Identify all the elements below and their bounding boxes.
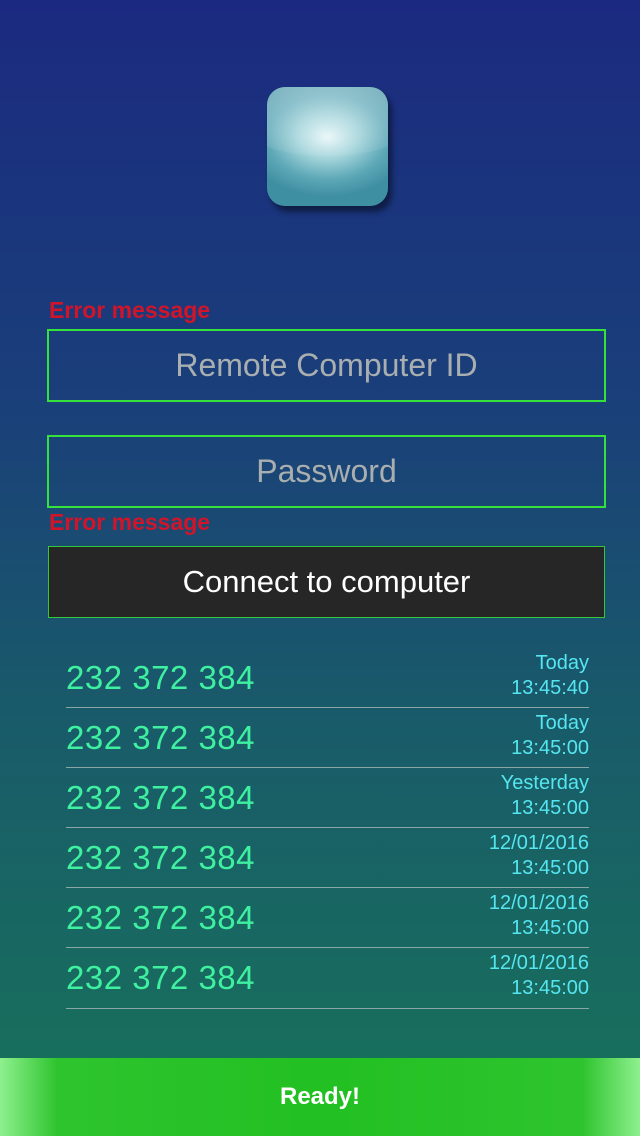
history-computer-id: 232 372 384 (66, 898, 256, 936)
history-date: 12/01/2016 (488, 952, 589, 974)
remote-id-input[interactable] (49, 331, 604, 400)
history-computer-id: 232 372 384 (66, 838, 256, 876)
password-input[interactable] (49, 437, 604, 506)
history-timestamp: Today 13:45:00 (511, 711, 589, 761)
history-row[interactable]: 232 372 384 Today 13:45:40 (66, 648, 589, 708)
history-computer-id: 232 372 384 (66, 718, 256, 756)
history-timestamp: Today 13:45:40 (511, 651, 589, 701)
history-time: 13:45:00 (511, 977, 589, 999)
history-time: 13:45:00 (511, 796, 589, 819)
history-date: Today (535, 711, 589, 734)
history-computer-id: 232 372 384 (66, 959, 256, 996)
history-computer-id: 232 372 384 (66, 778, 256, 816)
connection-history-list: 232 372 384 Today 13:45:40 232 372 384 T… (66, 648, 589, 1009)
history-date: Today (535, 651, 589, 674)
password-error: Error message (49, 509, 211, 535)
history-time: 13:45:00 (511, 736, 589, 759)
status-text: Ready! (279, 1083, 361, 1110)
history-time: 13:45:40 (511, 676, 589, 699)
history-date: Yesterday (500, 771, 589, 794)
remote-id-field-container (47, 329, 606, 402)
app-icon (267, 87, 388, 206)
history-row[interactable]: 232 372 384 Today 13:45:00 (66, 708, 589, 768)
history-timestamp: 12/01/2016 13:45:00 (489, 891, 589, 941)
status-bar: Ready! (0, 1058, 640, 1136)
history-computer-id: 232 372 384 (66, 658, 256, 696)
remote-id-error: Error message (49, 297, 211, 323)
history-time: 13:45:00 (511, 856, 589, 879)
history-date: 12/01/2016 (488, 891, 589, 914)
connect-button[interactable]: Connect to computer (48, 546, 605, 618)
history-timestamp: 12/01/2016 13:45:00 (489, 951, 589, 1001)
history-timestamp: 12/01/2016 13:45:00 (489, 831, 589, 881)
history-time: 13:45:00 (511, 916, 589, 939)
history-row[interactable]: 232 372 384 12/01/2016 13:45:00 (66, 828, 589, 888)
password-field-container (47, 435, 606, 508)
history-row[interactable]: 232 372 384 Yesterday 13:45:00 (66, 768, 589, 828)
history-row[interactable]: 232 372 384 12/01/2016 13:45:00 (66, 948, 589, 1009)
history-timestamp: Yesterday 13:45:00 (501, 771, 589, 821)
history-date: 12/01/2016 (488, 831, 589, 854)
history-row[interactable]: 232 372 384 12/01/2016 13:45:00 (66, 888, 589, 948)
